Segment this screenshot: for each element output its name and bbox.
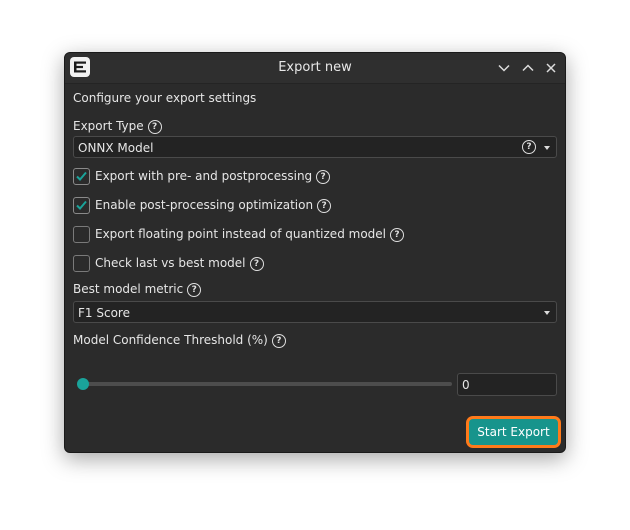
help-icon[interactable]: ?: [187, 282, 202, 297]
help-icon[interactable]: ?: [317, 198, 332, 213]
title-bar: Export new: [65, 53, 565, 84]
help-icon[interactable]: ?: [316, 169, 331, 184]
best-metric-label-text: Best model metric: [73, 282, 184, 296]
chevron-down-icon: [498, 64, 510, 72]
dropdown-arrow-icon: [544, 146, 550, 150]
export-type-select[interactable]: ONNX Model ?: [73, 136, 557, 158]
close-icon: [546, 63, 556, 73]
checkbox-box[interactable]: [73, 226, 90, 243]
confidence-value: 0: [462, 378, 470, 392]
minimize-button[interactable]: [497, 60, 511, 74]
slider-handle[interactable]: [77, 378, 89, 390]
dropdown-arrow-icon: [544, 311, 550, 315]
checkbox-label: Enable post-processing optimization?: [95, 198, 332, 213]
window-title: Export new: [278, 60, 352, 75]
best-metric-value: F1 Score: [78, 306, 130, 320]
checkbox-label: Export with pre- and postprocessing?: [95, 169, 331, 184]
export-type-label: Export Type?: [73, 119, 162, 134]
export-type-label-text: Export Type: [73, 119, 144, 133]
best-metric-select[interactable]: F1 Score: [73, 301, 557, 323]
confidence-slider[interactable]: [77, 378, 452, 390]
intro-text: Configure your export settings: [73, 91, 257, 105]
maximize-button[interactable]: [521, 60, 535, 74]
export-type-value: ONNX Model: [78, 141, 154, 155]
checkbox-box[interactable]: [73, 168, 90, 185]
best-metric-label: Best model metric?: [73, 282, 202, 297]
export-dialog: Export new Configure your export setting…: [64, 52, 566, 453]
chevron-up-icon: [522, 64, 534, 72]
help-icon[interactable]: ?: [390, 227, 404, 242]
help-icon[interactable]: ?: [249, 256, 264, 271]
checkbox-label: Check last vs best model?: [95, 256, 264, 271]
checkbox-box[interactable]: [73, 197, 90, 214]
help-icon[interactable]: ?: [147, 119, 162, 134]
checkmark-icon: [76, 200, 87, 210]
help-icon[interactable]: ?: [522, 140, 536, 154]
close-button[interactable]: [544, 60, 558, 74]
checkbox-label: Export floating point instead of quantiz…: [95, 227, 404, 242]
checkmark-icon: [76, 171, 87, 181]
help-icon[interactable]: ?: [271, 333, 286, 348]
checkbox-box[interactable]: [73, 255, 90, 272]
confidence-label: Model Confidence Threshold (%)?: [73, 333, 286, 348]
confidence-input[interactable]: 0: [457, 373, 557, 396]
confidence-label-text: Model Confidence Threshold (%): [73, 333, 268, 347]
start-export-button[interactable]: Start Export: [469, 419, 558, 445]
